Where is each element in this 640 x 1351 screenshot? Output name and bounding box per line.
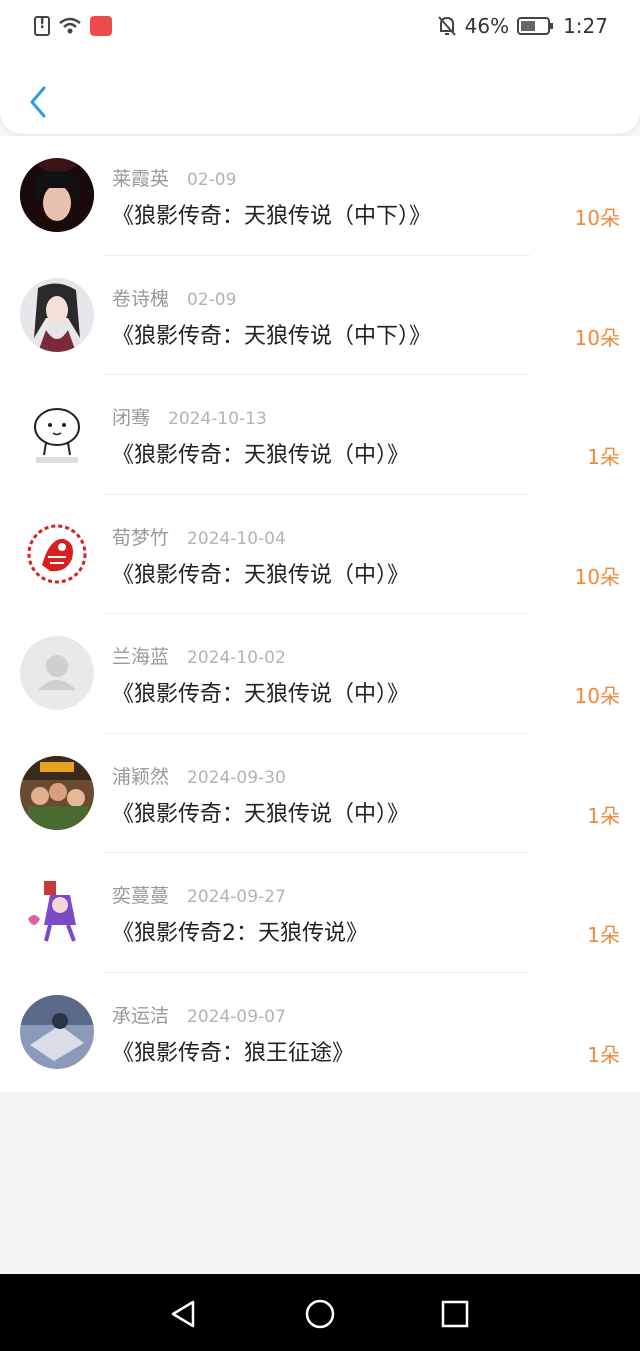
list-item[interactable]: 卷诗槐 02-09 《狼影传奇：天狼传说（中下）》 10朵 bbox=[0, 256, 640, 375]
list-item[interactable]: 承运洁 2024-09-07 《狼影传奇：狼王征途》 1朵 bbox=[0, 973, 640, 1093]
user-name: 荀梦竹 bbox=[112, 526, 170, 549]
gift-date: 2024-09-07 bbox=[187, 1006, 286, 1027]
book-title: 《狼影传奇：天狼传说（中下）》 bbox=[112, 204, 432, 229]
avatar[interactable] bbox=[20, 277, 94, 352]
avatar[interactable] bbox=[20, 158, 94, 232]
status-right: 46% 1:27 bbox=[437, 14, 608, 38]
list-item[interactable]: 闭骞 2024-10-13 《狼影传奇：天狼传说（中）》 1朵 bbox=[0, 375, 640, 495]
user-name: 闭骞 bbox=[112, 407, 151, 429]
book-title: 《狼影传奇：天狼传说（中）》 bbox=[112, 801, 410, 827]
avatar[interactable] bbox=[20, 397, 94, 471]
gift-date: 02-09 bbox=[187, 289, 237, 310]
user-name: 莱霞英 bbox=[112, 168, 170, 190]
alert-icon bbox=[34, 16, 50, 36]
gift-date: 2024-09-27 bbox=[187, 887, 286, 907]
recents-square-icon bbox=[441, 1300, 469, 1328]
book-title: 《狼影传奇：天狼传说（中）》 bbox=[112, 682, 410, 707]
flower-count: 10朵 bbox=[574, 206, 620, 230]
nav-recents-button[interactable] bbox=[435, 1296, 475, 1332]
status-left bbox=[34, 16, 112, 36]
avatar[interactable] bbox=[20, 516, 94, 591]
user-name: 浦颖然 bbox=[112, 765, 170, 788]
nav-home-button[interactable] bbox=[300, 1296, 340, 1332]
list-item[interactable]: 兰海蓝 2024-10-02 《狼影传奇：天狼传说（中）》 10朵 bbox=[0, 614, 640, 734]
list-item[interactable]: 荀梦竹 2024-10-04 《狼影传奇：天狼传说（中）》 10朵 bbox=[0, 495, 640, 614]
user-name: 兰海蓝 bbox=[112, 646, 170, 668]
avatar[interactable] bbox=[20, 636, 94, 710]
gift-date: 2024-10-04 bbox=[187, 528, 286, 549]
bell-off-icon bbox=[437, 15, 457, 37]
app-badge-icon bbox=[90, 16, 112, 36]
nav-back-button[interactable] bbox=[163, 1296, 203, 1332]
list-item[interactable]: 莱霞英 02-09 《狼影传奇：天狼传说（中下）》 10朵 bbox=[0, 136, 640, 256]
flower-count: 10朵 bbox=[574, 564, 620, 589]
gift-date: 02-09 bbox=[187, 170, 237, 190]
gift-date: 2024-09-30 bbox=[187, 767, 286, 788]
book-title: 《狼影传奇2：天狼传说》 bbox=[112, 921, 368, 946]
home-circle-icon bbox=[305, 1299, 335, 1329]
book-title: 《狼影传奇：天狼传说（中）》 bbox=[112, 562, 410, 588]
avatar[interactable] bbox=[20, 994, 94, 1069]
book-title: 《狼影传奇：天狼传说（中下）》 bbox=[112, 323, 432, 349]
user-name: 卷诗槐 bbox=[112, 287, 170, 310]
flower-count: 1朵 bbox=[587, 1042, 620, 1067]
avatar[interactable] bbox=[20, 875, 94, 949]
avatar[interactable] bbox=[20, 755, 94, 830]
flower-count: 10朵 bbox=[574, 684, 620, 708]
book-title: 《狼影传奇：狼王征途》 bbox=[112, 1040, 355, 1066]
system-nav-bar bbox=[0, 1274, 640, 1351]
list-item[interactable]: 浦颖然 2024-09-30 《狼影传奇：天狼传说（中）》 1朵 bbox=[0, 734, 640, 853]
flower-count: 1朵 bbox=[587, 445, 620, 469]
header: 46% 1:27 bbox=[0, 0, 640, 134]
book-title: 《狼影传奇：天狼传说（中）》 bbox=[112, 443, 410, 468]
flower-count: 1朵 bbox=[587, 923, 620, 947]
back-triangle-icon bbox=[171, 1300, 195, 1328]
user-name: 奕蔓蔓 bbox=[112, 885, 170, 907]
flower-count: 10朵 bbox=[574, 325, 620, 350]
battery-percent: 46% bbox=[464, 14, 510, 38]
flower-count: 1朵 bbox=[587, 803, 620, 828]
back-button[interactable] bbox=[18, 80, 58, 124]
gift-date: 2024-10-02 bbox=[187, 648, 286, 668]
status-bar: 46% 1:27 bbox=[0, 0, 640, 54]
battery-icon bbox=[517, 16, 555, 36]
screen: 46% 1:27 bbox=[0, 0, 640, 1351]
chevron-left-icon bbox=[30, 86, 46, 118]
gift-list: 莱霞英 02-09 《狼影传奇：天狼传说（中下）》 10朵 卷诗槐 02-09 … bbox=[0, 136, 640, 1092]
clock-time: 1:27 bbox=[563, 14, 608, 38]
gift-date: 2024-10-13 bbox=[168, 409, 267, 429]
list-item[interactable]: 奕蔓蔓 2024-09-27 《狼影传奇2：天狼传说》 1朵 bbox=[0, 853, 640, 973]
user-name: 承运洁 bbox=[112, 1004, 170, 1027]
wifi-icon bbox=[58, 16, 82, 36]
